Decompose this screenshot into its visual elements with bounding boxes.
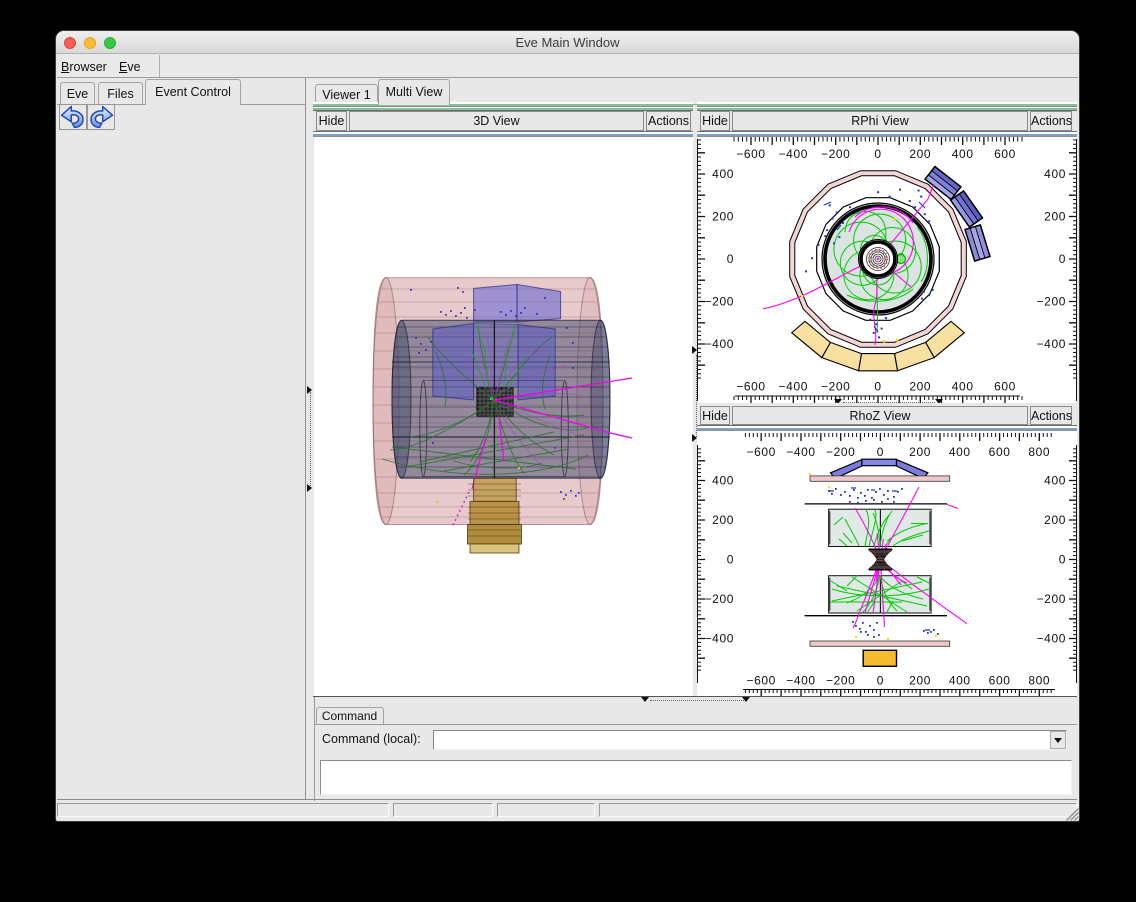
svg-text:−200: −200 xyxy=(821,147,850,161)
svg-text:0: 0 xyxy=(1059,553,1066,567)
svg-text:200: 200 xyxy=(909,674,931,688)
svg-text:−600: −600 xyxy=(736,380,765,394)
svg-text:−200: −200 xyxy=(705,592,734,606)
svg-text:−400: −400 xyxy=(1037,632,1066,646)
svg-text:−400: −400 xyxy=(705,337,734,351)
svg-text:−200: −200 xyxy=(826,445,855,459)
svg-text:200: 200 xyxy=(712,210,734,224)
svg-text:−200: −200 xyxy=(826,674,855,688)
svg-text:−400: −400 xyxy=(786,674,815,688)
svg-text:600: 600 xyxy=(989,674,1011,688)
svg-text:400: 400 xyxy=(712,474,734,488)
svg-text:0: 0 xyxy=(877,674,884,688)
svg-text:400: 400 xyxy=(1044,474,1066,488)
svg-text:800: 800 xyxy=(1028,445,1050,459)
svg-text:−200: −200 xyxy=(705,295,734,309)
svg-text:−600: −600 xyxy=(746,445,775,459)
svg-text:200: 200 xyxy=(712,513,734,527)
svg-text:200: 200 xyxy=(1044,513,1066,527)
svg-text:0: 0 xyxy=(877,445,884,459)
svg-text:200: 200 xyxy=(909,380,931,394)
svg-text:0: 0 xyxy=(727,252,734,266)
svg-text:400: 400 xyxy=(712,167,734,181)
svg-text:0: 0 xyxy=(727,553,734,567)
svg-text:−400: −400 xyxy=(779,147,808,161)
svg-text:−200: −200 xyxy=(1037,295,1066,309)
svg-text:200: 200 xyxy=(1044,210,1066,224)
svg-text:−400: −400 xyxy=(779,380,808,394)
svg-text:200: 200 xyxy=(909,147,931,161)
svg-text:400: 400 xyxy=(949,445,971,459)
svg-text:600: 600 xyxy=(989,445,1011,459)
svg-text:400: 400 xyxy=(952,380,974,394)
svg-text:0: 0 xyxy=(874,380,881,394)
svg-text:−400: −400 xyxy=(1037,337,1066,351)
svg-text:800: 800 xyxy=(1028,674,1050,688)
svg-text:−200: −200 xyxy=(821,380,850,394)
svg-text:400: 400 xyxy=(949,674,971,688)
svg-text:−400: −400 xyxy=(705,632,734,646)
svg-text:−600: −600 xyxy=(746,674,775,688)
svg-text:400: 400 xyxy=(952,147,974,161)
svg-text:600: 600 xyxy=(994,147,1016,161)
svg-text:600: 600 xyxy=(994,380,1016,394)
svg-text:−600: −600 xyxy=(736,147,765,161)
svg-text:−200: −200 xyxy=(1037,592,1066,606)
svg-text:400: 400 xyxy=(1044,167,1066,181)
svg-text:0: 0 xyxy=(1059,252,1066,266)
svg-text:200: 200 xyxy=(909,445,931,459)
svg-text:−400: −400 xyxy=(786,445,815,459)
svg-text:0: 0 xyxy=(874,147,881,161)
